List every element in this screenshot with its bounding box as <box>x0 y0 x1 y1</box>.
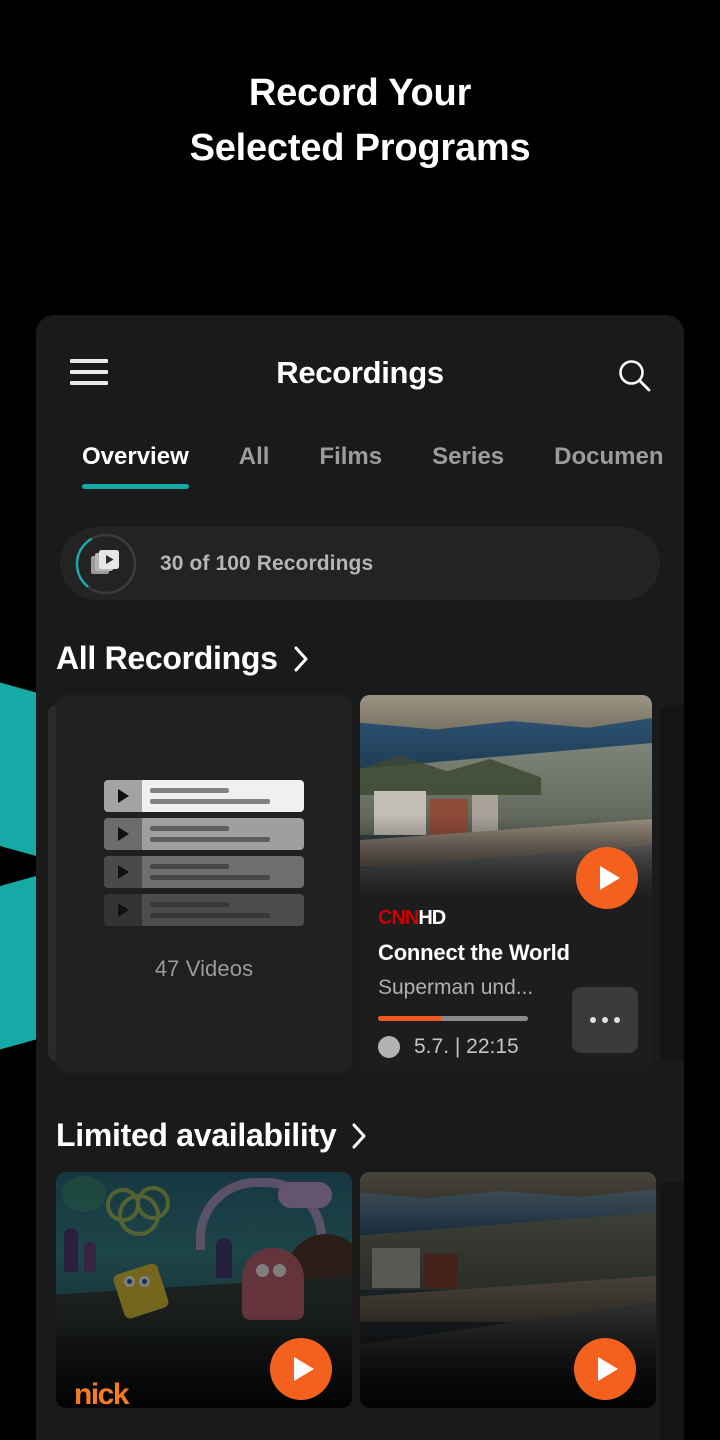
recording-card[interactable]: CNNHD Connect the World Superman und... … <box>360 695 652 1073</box>
tab-series[interactable]: Series <box>432 421 504 471</box>
watch-progress-bar <box>378 1016 528 1021</box>
list-item <box>104 780 304 812</box>
recordings-list-card[interactable]: 47 Videos <box>56 695 352 1073</box>
section-header-limited-availability[interactable]: Limited availability <box>56 1117 684 1154</box>
more-options-icon[interactable] <box>572 987 638 1053</box>
teal-accent-shape-top <box>0 668 36 856</box>
section-title: Limited availability <box>56 1117 337 1153</box>
promo-line-2: Selected Programs <box>189 127 531 170</box>
tab-films[interactable]: Films <box>319 421 382 471</box>
recording-card[interactable]: nick <box>56 1172 352 1408</box>
tab-all[interactable]: All <box>239 421 270 471</box>
recording-timestamp: 5.7. | 22:15 <box>414 1035 519 1058</box>
section-header-all-recordings[interactable]: All Recordings <box>56 640 684 677</box>
search-icon[interactable] <box>616 357 652 393</box>
channel-logo-suffix: HD <box>418 907 446 929</box>
video-library-icon <box>91 549 121 578</box>
recording-card[interactable]: CNNHD <box>360 1172 656 1408</box>
app-panel: Recordings Overview All Films Series Doc… <box>36 315 684 1440</box>
channel-logo: nick <box>74 1378 130 1408</box>
list-item <box>104 894 304 926</box>
page-title: Recordings <box>276 355 444 390</box>
carousel-peek-right <box>660 1182 684 1440</box>
tab-bar[interactable]: Overview All Films Series Documen <box>36 421 684 499</box>
tab-overview[interactable]: Overview <box>82 421 189 489</box>
quota-label: 30 of 100 Recordings <box>160 551 374 575</box>
promo-headline: Record Your Selected Programs <box>0 66 720 176</box>
list-item <box>104 818 304 850</box>
all-recordings-carousel[interactable]: 47 Videos CNNHD Connect the World Superm… <box>36 695 684 1077</box>
chevron-right-icon[interactable] <box>294 646 309 672</box>
recording-title: Connect the World <box>378 940 570 965</box>
list-item <box>104 856 304 888</box>
chevron-right-icon[interactable] <box>352 1123 367 1149</box>
channel-logo-prefix: CNN <box>378 907 419 929</box>
promo-line-1: Record Your <box>248 72 472 114</box>
limited-availability-carousel[interactable]: nick CNNHD <box>36 1172 684 1440</box>
section-title: All Recordings <box>56 640 278 676</box>
videos-count-label: 47 Videos <box>154 956 254 981</box>
quota-progress-ring <box>74 532 138 596</box>
tab-documentaries[interactable]: Documen <box>554 421 663 471</box>
play-icon[interactable] <box>270 1338 332 1400</box>
play-icon[interactable] <box>574 1338 636 1400</box>
recordings-quota-pill[interactable]: 30 of 100 Recordings <box>60 527 660 600</box>
video-rows-illustration <box>104 780 304 932</box>
status-dot <box>378 1036 400 1058</box>
channel-logo: CNNHD <box>378 907 634 930</box>
app-bar: Recordings <box>36 315 684 421</box>
teal-accent-shape-bottom <box>0 876 36 1064</box>
screen: Record Your Selected Programs Recordings… <box>0 0 720 1440</box>
carousel-peek-right <box>660 705 684 1061</box>
